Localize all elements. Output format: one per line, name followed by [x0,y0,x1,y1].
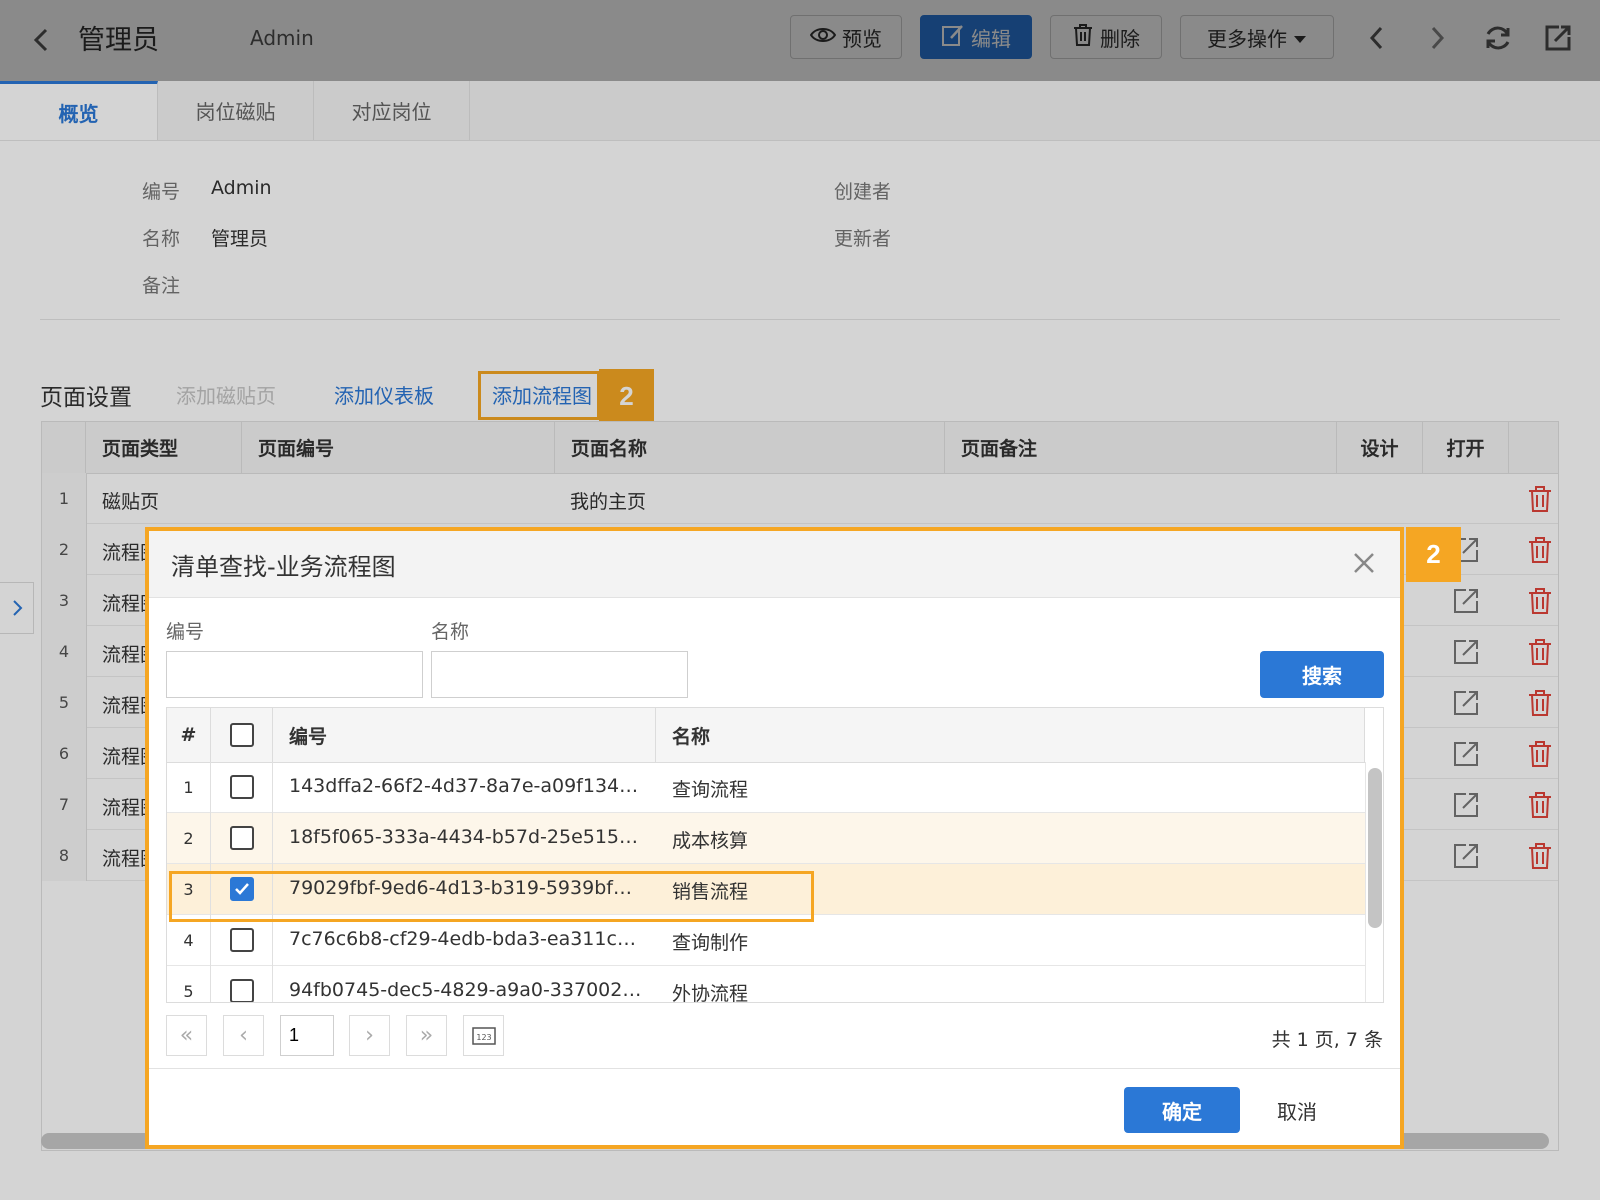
dialog-highlight [145,527,1404,1149]
dialog-step-badge: 2 [1406,527,1461,582]
selected-row-highlight [169,871,814,922]
header-dim [0,0,1600,81]
